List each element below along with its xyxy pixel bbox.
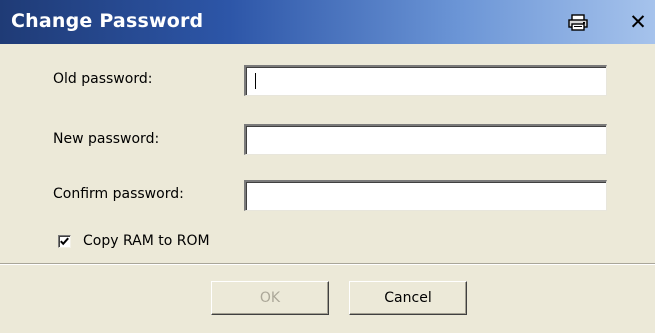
- confirm-password-label: Confirm password:: [53, 186, 184, 202]
- old-password-field[interactable]: [244, 65, 607, 96]
- title-bar[interactable]: Change Password ✕: [0, 0, 655, 44]
- new-password-input[interactable]: [246, 126, 606, 154]
- button-separator: [0, 263, 655, 265]
- close-button[interactable]: ✕: [627, 10, 649, 34]
- printer-button[interactable]: [567, 13, 589, 31]
- close-icon: ✕: [629, 10, 647, 34]
- cancel-button[interactable]: Cancel: [349, 281, 467, 315]
- change-password-dialog: Change Password ✕ Old password: New pass…: [0, 0, 655, 333]
- checkmark-icon: [60, 237, 69, 246]
- confirm-password-input[interactable]: [246, 182, 606, 210]
- window-title: Change Password: [11, 10, 204, 32]
- text-caret: [255, 73, 256, 89]
- confirm-password-field[interactable]: [244, 180, 607, 211]
- new-password-label: New password:: [53, 131, 160, 147]
- copy-ram-to-rom-label[interactable]: Copy RAM to ROM: [83, 233, 210, 249]
- printer-icon: [568, 13, 588, 31]
- new-password-field[interactable]: [244, 124, 607, 155]
- old-password-input[interactable]: [246, 67, 606, 95]
- ok-button[interactable]: OK: [211, 281, 329, 315]
- old-password-label: Old password:: [53, 71, 153, 87]
- copy-ram-to-rom-checkbox[interactable]: [58, 235, 71, 248]
